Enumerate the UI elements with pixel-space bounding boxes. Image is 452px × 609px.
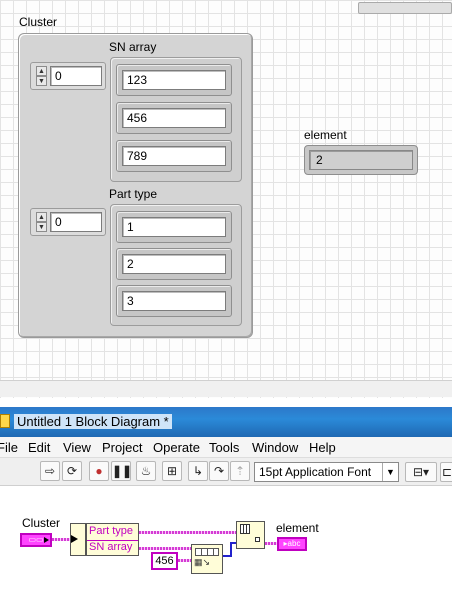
cluster-terminal-label: Cluster xyxy=(22,516,61,530)
highlight-execution-icon[interactable]: ♨ xyxy=(136,461,156,481)
sn-array-index[interactable]: ▲ ▼ 0 xyxy=(30,62,106,90)
block-diagram xyxy=(0,487,452,609)
chevron-down-icon[interactable]: ▼ xyxy=(382,463,398,481)
part-type-label: Part type xyxy=(109,187,158,201)
menu-file[interactable]: File xyxy=(0,440,18,455)
align-objects-icon[interactable]: ⊟▾ xyxy=(405,462,437,482)
decrement-arrow-icon[interactable]: ▼ xyxy=(36,222,47,232)
index-terminal-icon xyxy=(255,537,260,542)
search-array-node[interactable]: ▦↘ xyxy=(191,544,223,574)
constant-wire[interactable] xyxy=(178,559,191,562)
scrollbar-thumb[interactable] xyxy=(358,2,452,14)
increment-arrow-icon[interactable]: ▲ xyxy=(36,212,47,222)
menu-operate[interactable]: Operate xyxy=(153,440,200,455)
element-value: 2 xyxy=(309,150,413,170)
sn-index-value[interactable]: 0 xyxy=(50,66,102,86)
menu-project[interactable]: Project xyxy=(102,440,142,455)
pause-icon[interactable]: ❚❚ xyxy=(111,461,132,481)
element-indicator[interactable]: 2 xyxy=(304,145,418,175)
element-terminal-label: element xyxy=(276,521,319,535)
index-array-node[interactable] xyxy=(236,521,265,549)
part-type-index[interactable]: ▲ ▼ 0 xyxy=(30,208,106,236)
array-element: 789 xyxy=(116,140,232,172)
terminal-arrow-icon xyxy=(44,537,50,543)
step-into-icon[interactable]: ↳ xyxy=(188,461,208,481)
step-over-icon[interactable]: ↷ xyxy=(209,461,229,481)
element-wire[interactable] xyxy=(265,542,277,545)
horizontal-scrollbar[interactable] xyxy=(0,380,452,397)
menu-bar: File Edit View Project Operate Tools Win… xyxy=(0,437,452,458)
retain-wire-values-icon[interactable]: ⊞ xyxy=(162,461,182,481)
search-icon: ▦↘ xyxy=(194,557,211,567)
string-constant[interactable]: 456 xyxy=(151,552,178,570)
decrement-arrow-icon[interactable]: ▼ xyxy=(36,76,47,86)
menu-help[interactable]: Help xyxy=(309,440,336,455)
window-title: Untitled 1 Block Diagram * xyxy=(14,414,172,429)
part-element-1[interactable]: 1 xyxy=(122,217,226,237)
index-wire[interactable] xyxy=(230,543,232,557)
unbundle-item-part-type[interactable]: Part type xyxy=(89,525,133,537)
array-icon xyxy=(240,524,250,534)
increment-arrow-icon[interactable]: ▲ xyxy=(36,66,47,76)
array-icon xyxy=(195,548,219,556)
sn-array-label: SN array xyxy=(109,40,157,54)
unbundle-arrow-icon xyxy=(71,535,81,543)
block-diagram-icon xyxy=(0,414,10,428)
sn-array-wire[interactable] xyxy=(139,547,192,550)
menu-edit[interactable]: Edit xyxy=(28,440,50,455)
array-element: 3 xyxy=(116,285,232,317)
array-element: 456 xyxy=(116,102,232,134)
part-type-wire[interactable] xyxy=(139,531,236,534)
part-element-3[interactable]: 3 xyxy=(122,291,226,311)
sn-element-3[interactable]: 789 xyxy=(122,146,226,166)
element-terminal[interactable]: ▸abc xyxy=(277,537,307,551)
sn-element-1[interactable]: 123 xyxy=(122,70,226,90)
abort-icon[interactable]: ● xyxy=(89,461,109,481)
unbundle-by-name[interactable]: Part type SN array xyxy=(86,523,139,556)
run-continuously-icon[interactable]: ⟳ xyxy=(62,461,82,481)
cluster-wire[interactable] xyxy=(52,538,71,541)
step-out-icon[interactable]: ⇡ xyxy=(230,461,250,481)
run-arrow-icon[interactable]: ⇨ xyxy=(40,461,60,481)
part-element-2[interactable]: 2 xyxy=(122,254,226,274)
array-element: 1 xyxy=(116,211,232,243)
element-label: element xyxy=(304,128,347,142)
unbundle-item-sn-array[interactable]: SN array xyxy=(89,541,132,553)
distribute-objects-icon[interactable]: ⊏ xyxy=(440,462,452,482)
array-element: 2 xyxy=(116,248,232,280)
array-element: 123 xyxy=(116,64,232,96)
part-index-value[interactable]: 0 xyxy=(50,212,102,232)
menu-view[interactable]: View xyxy=(63,440,91,455)
sn-element-2[interactable]: 456 xyxy=(122,108,226,128)
menu-tools[interactable]: Tools xyxy=(209,440,239,455)
font-select[interactable]: 15pt Application Font xyxy=(254,462,399,482)
cluster-label: Cluster xyxy=(19,15,58,29)
menu-window[interactable]: Window xyxy=(252,440,298,455)
